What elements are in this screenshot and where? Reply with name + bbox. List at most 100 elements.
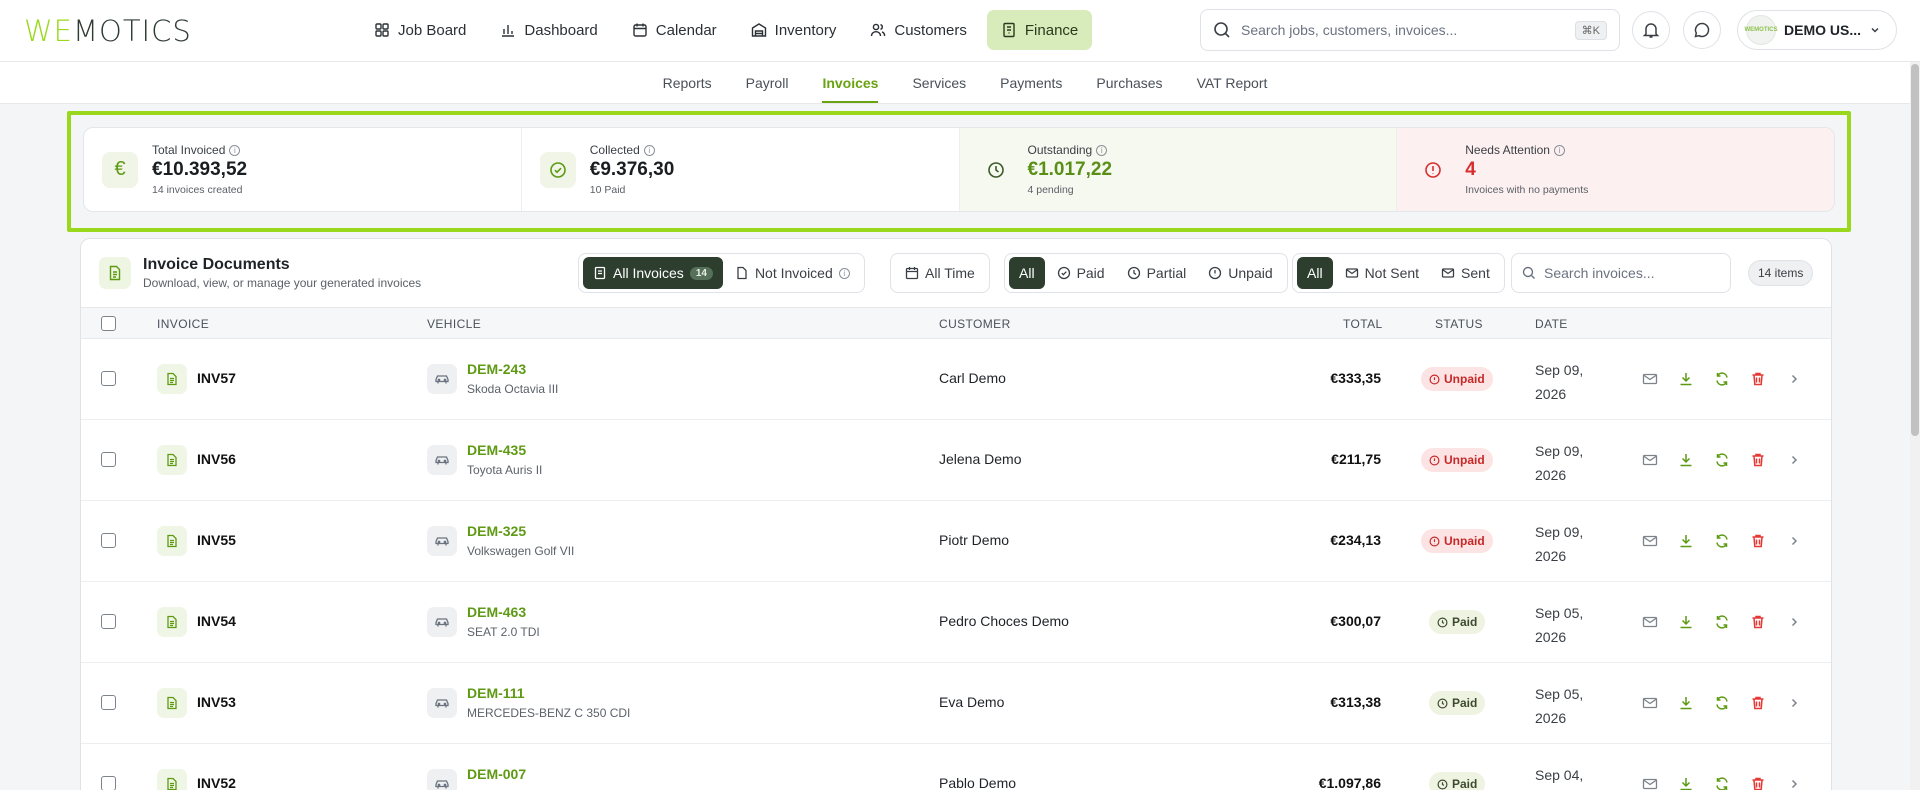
info-icon[interactable]: i (1553, 144, 1565, 156)
scrollbar-thumb[interactable] (1911, 64, 1919, 436)
send-email-icon[interactable] (1641, 370, 1659, 388)
subnav-invoices[interactable]: Invoices (822, 62, 879, 103)
user-menu[interactable]: WEMOTICS DEMO US... (1737, 10, 1897, 50)
table-row[interactable]: INV57 DEM-243 Skoda Octavia III Carl Dem… (81, 339, 1831, 420)
status-filter-all[interactable]: All (1009, 257, 1045, 289)
download-icon[interactable] (1677, 694, 1695, 712)
regenerate-icon[interactable] (1713, 532, 1731, 550)
table-row[interactable]: INV52 DEM-007 Pablo Demo €1.097,86 Paid … (81, 744, 1831, 790)
row-checkbox[interactable] (101, 533, 116, 548)
nav-job-board[interactable]: Job Board (360, 10, 480, 50)
search-shortcut: ⌘K (1574, 20, 1607, 40)
subnav-reports[interactable]: Reports (663, 62, 712, 103)
invoice-search-input[interactable]: Search invoices... (1511, 253, 1731, 293)
info-icon[interactable]: i (229, 144, 241, 156)
row-checkbox[interactable] (101, 776, 116, 790)
delete-icon[interactable] (1749, 694, 1767, 712)
chevron-right-icon[interactable] (1785, 694, 1803, 712)
row-checkbox[interactable] (101, 452, 116, 467)
vehicle-plate-link[interactable]: DEM-325 (467, 523, 526, 539)
nav-finance[interactable]: Finance (986, 10, 1093, 50)
nav-inventory[interactable]: Inventory (737, 10, 851, 50)
row-checkbox[interactable] (101, 695, 116, 710)
invoice-number[interactable]: INV56 (197, 451, 236, 467)
delete-icon[interactable] (1749, 613, 1767, 631)
send-email-icon[interactable] (1641, 694, 1659, 712)
chevron-right-icon[interactable] (1785, 775, 1803, 790)
filter-all-invoices[interactable]: All Invoices 14 (583, 257, 723, 289)
regenerate-icon[interactable] (1713, 370, 1731, 388)
delete-icon[interactable] (1749, 451, 1767, 469)
chevron-right-icon[interactable] (1785, 532, 1803, 550)
chevron-right-icon[interactable] (1785, 451, 1803, 469)
nav-customers[interactable]: Customers (856, 10, 981, 50)
column-header-vehicle[interactable]: VEHICLE (427, 317, 481, 331)
download-icon[interactable] (1677, 613, 1695, 631)
subnav-payments[interactable]: Payments (1000, 62, 1062, 103)
vehicle-plate-link[interactable]: DEM-463 (467, 604, 526, 620)
stat-total-invoiced: € Total Invoiced i €10.393,52 14 invoices… (84, 128, 522, 211)
send-filter-not-sent[interactable]: Not Sent (1335, 257, 1429, 289)
invoice-number[interactable]: INV55 (197, 532, 236, 548)
select-all-checkbox[interactable] (101, 316, 116, 331)
send-email-icon[interactable] (1641, 532, 1659, 550)
status-filter-unpaid[interactable]: Unpaid (1198, 257, 1282, 289)
row-checkbox[interactable] (101, 371, 116, 386)
logo[interactable]: WEMOTICS (24, 14, 192, 48)
subnav-services[interactable]: Services (912, 62, 966, 103)
column-header-date[interactable]: DATE (1535, 317, 1568, 331)
table-row[interactable]: INV54 DEM-463 SEAT 2.0 TDI Pedro Choces … (81, 582, 1831, 663)
page-scrollbar[interactable] (1910, 62, 1920, 790)
regenerate-icon[interactable] (1713, 694, 1731, 712)
status-filter-partial[interactable]: Partial (1117, 257, 1197, 289)
nav-dashboard[interactable]: Dashboard (486, 10, 611, 50)
invoice-number[interactable]: INV57 (197, 370, 236, 386)
download-icon[interactable] (1677, 451, 1695, 469)
column-header-status[interactable]: STATUS (1435, 317, 1483, 331)
messages-button[interactable] (1683, 11, 1721, 49)
send-email-icon[interactable] (1641, 775, 1659, 790)
column-header-total[interactable]: TOTAL (1343, 317, 1383, 331)
download-icon[interactable] (1677, 370, 1695, 388)
regenerate-icon[interactable] (1713, 451, 1731, 469)
global-search-input[interactable]: Search jobs, customers, invoices... ⌘K (1200, 9, 1620, 51)
status-filter-paid[interactable]: Paid (1047, 257, 1115, 289)
regenerate-icon[interactable] (1713, 613, 1731, 631)
nav-calendar[interactable]: Calendar (618, 10, 731, 50)
table-row[interactable]: INV55 DEM-325 Volkswagen Golf VII Piotr … (81, 501, 1831, 582)
subnav-vat-report[interactable]: VAT Report (1197, 62, 1268, 103)
download-icon[interactable] (1677, 532, 1695, 550)
table-row[interactable]: INV53 DEM-111 MERCEDES-BENZ C 350 CDI Ev… (81, 663, 1831, 744)
column-header-customer[interactable]: CUSTOMER (939, 317, 1011, 331)
send-filter-all[interactable]: All (1297, 257, 1333, 289)
send-email-icon[interactable] (1641, 451, 1659, 469)
send-filter-sent[interactable]: Sent (1431, 257, 1500, 289)
invoice-number[interactable]: INV54 (197, 613, 236, 629)
delete-icon[interactable] (1749, 370, 1767, 388)
subnav-payroll[interactable]: Payroll (746, 62, 789, 103)
info-icon[interactable]: i (1096, 144, 1108, 156)
delete-icon[interactable] (1749, 775, 1767, 790)
subnav-purchases[interactable]: Purchases (1096, 62, 1162, 103)
filter-all-time[interactable]: All Time (890, 253, 990, 293)
notifications-button[interactable] (1632, 11, 1670, 49)
regenerate-icon[interactable] (1713, 775, 1731, 790)
date-range-button[interactable]: All Time (895, 257, 985, 289)
vehicle-plate-link[interactable]: DEM-435 (467, 442, 526, 458)
invoice-number[interactable]: INV53 (197, 694, 236, 710)
chevron-right-icon[interactable] (1785, 613, 1803, 631)
vehicle-plate-link[interactable]: DEM-111 (467, 685, 525, 701)
chevron-right-icon[interactable] (1785, 370, 1803, 388)
info-icon[interactable]: i (838, 267, 850, 279)
send-email-icon[interactable] (1641, 613, 1659, 631)
download-icon[interactable] (1677, 775, 1695, 790)
table-row[interactable]: INV56 DEM-435 Toyota Auris II Jelena Dem… (81, 420, 1831, 501)
vehicle-plate-link[interactable]: DEM-007 (467, 766, 526, 782)
info-icon[interactable]: i (643, 144, 655, 156)
vehicle-plate-link[interactable]: DEM-243 (467, 361, 526, 377)
delete-icon[interactable] (1749, 532, 1767, 550)
invoice-number[interactable]: INV52 (197, 775, 236, 790)
row-checkbox[interactable] (101, 614, 116, 629)
filter-not-invoiced[interactable]: Not Invoiced i (725, 257, 860, 289)
column-header-invoice[interactable]: INVOICE (157, 317, 209, 331)
